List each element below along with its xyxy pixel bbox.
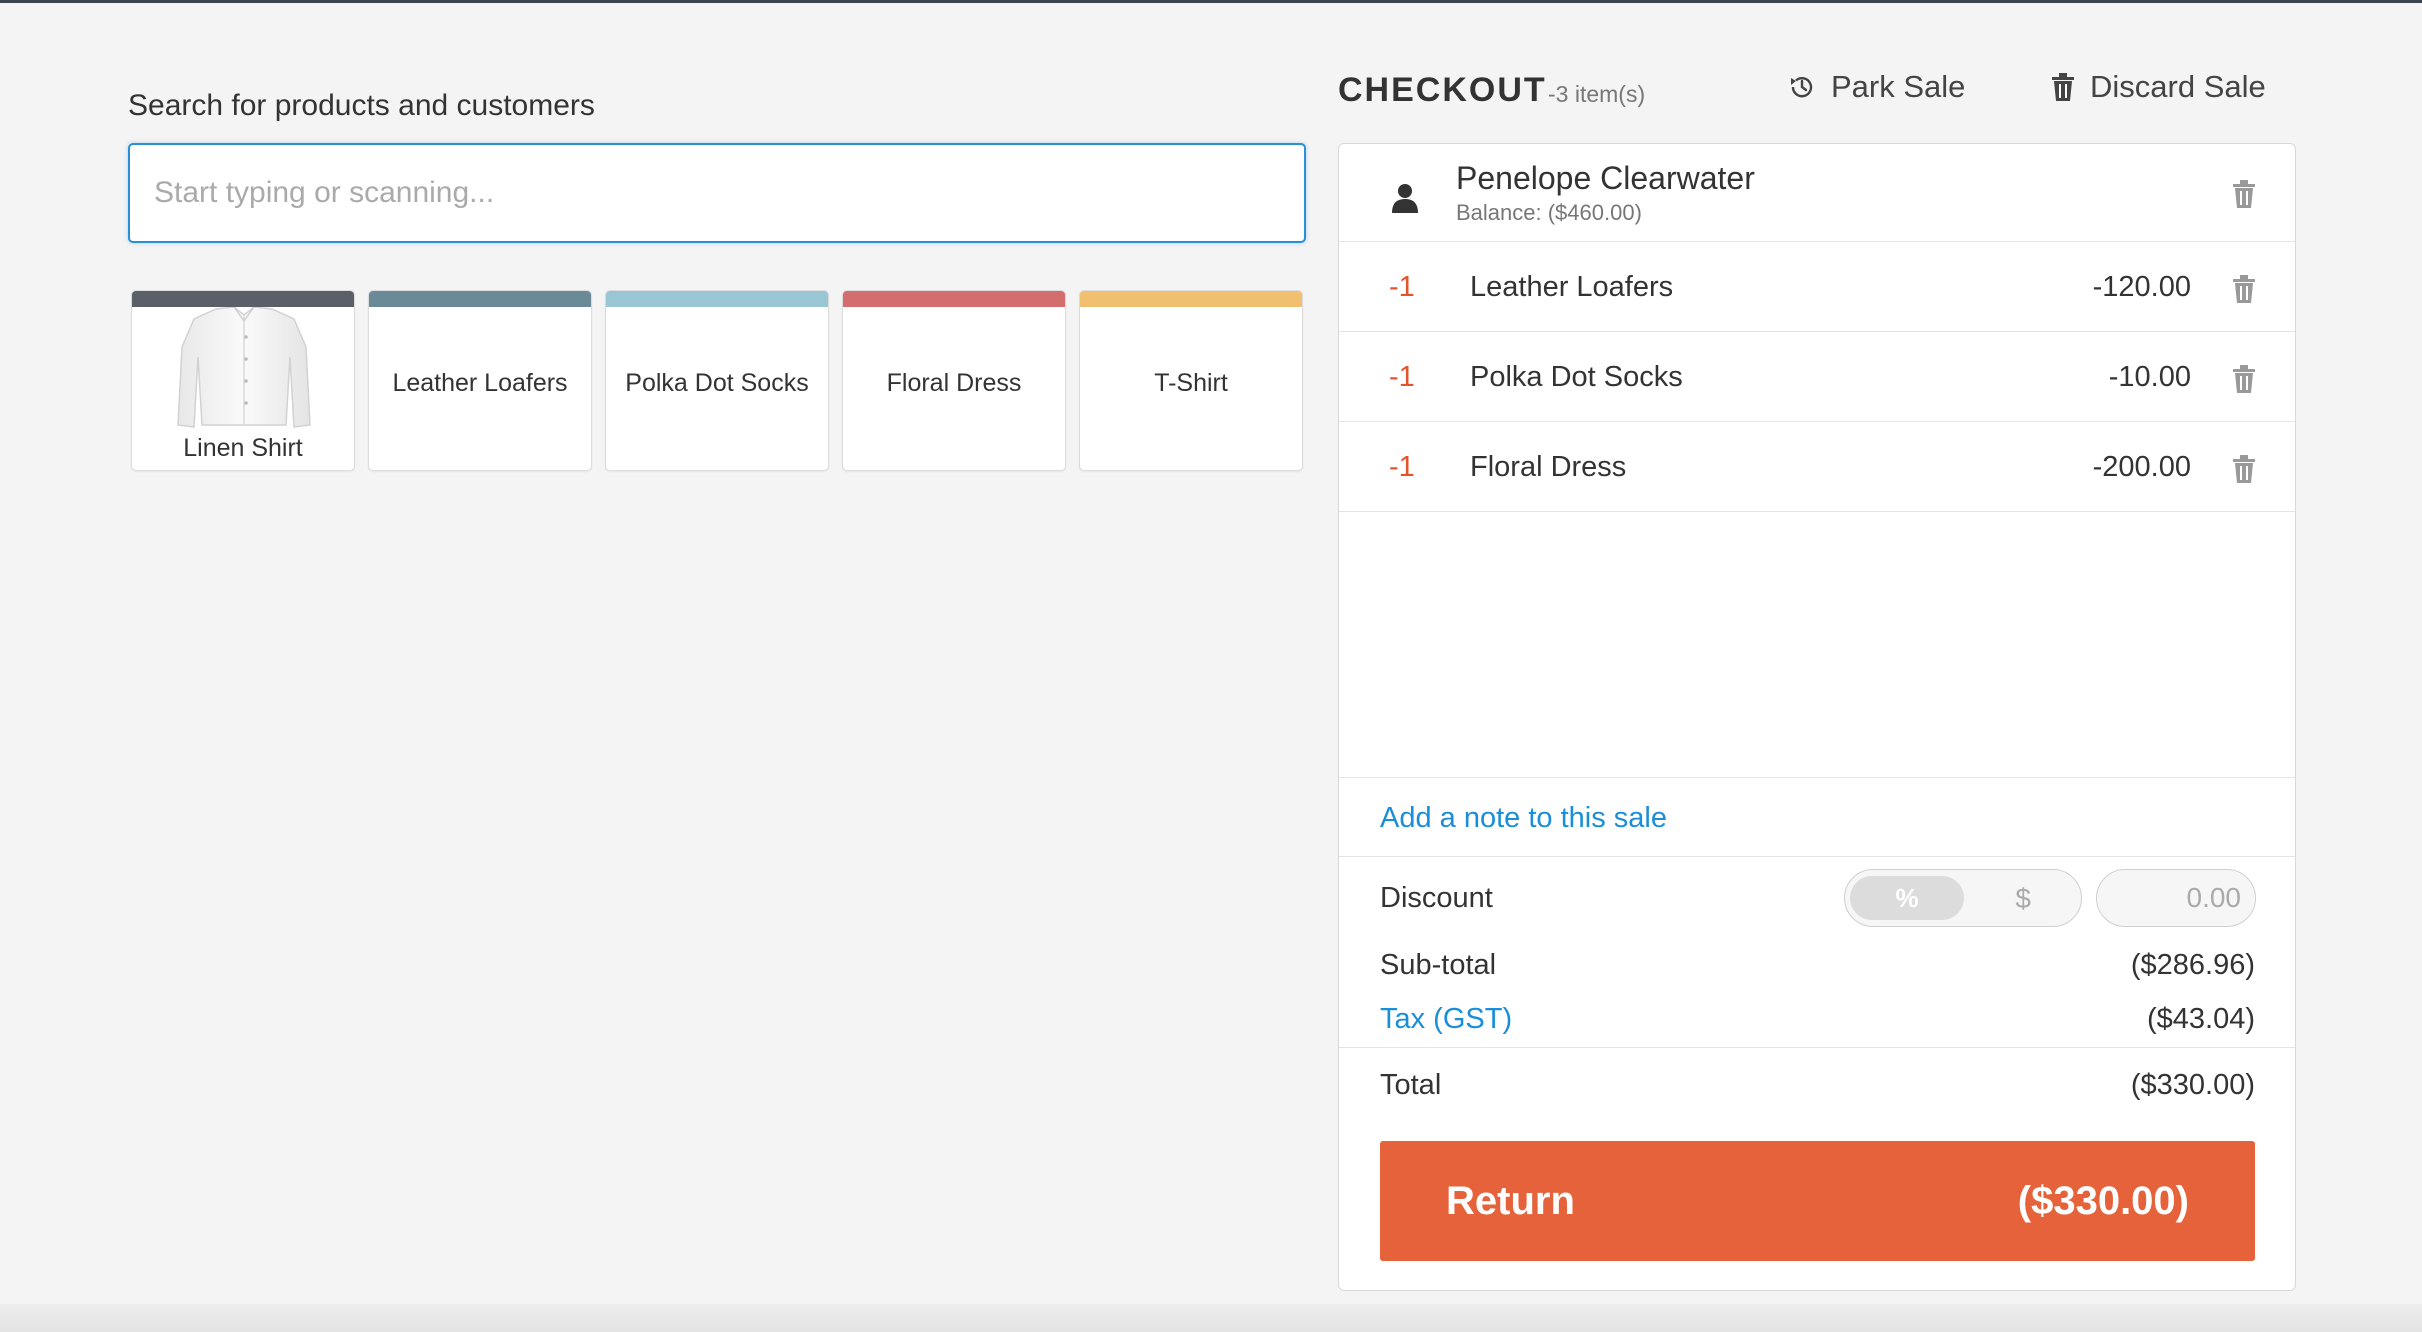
remove-line-icon[interactable]: [2231, 274, 2257, 304]
line-item[interactable]: -1 Leather Loafers -120.00: [1339, 242, 2295, 332]
product-name: Linen Shirt: [183, 434, 303, 462]
tile-color-bar: [606, 291, 828, 307]
discard-sale-button[interactable]: Discard Sale: [2050, 69, 2266, 105]
discount-percent-option[interactable]: %: [1850, 876, 1964, 920]
total-label: Total: [1380, 1069, 1442, 1101]
checkout-title: CHECKOUT: [1338, 71, 1547, 109]
subtotal-label: Sub-total: [1380, 949, 1497, 981]
remove-customer-icon[interactable]: [2231, 179, 2257, 209]
tile-color-bar: [132, 291, 354, 307]
return-button-label: Return: [1446, 1179, 1575, 1223]
customer-row[interactable]: Penelope Clearwater Balance: ($460.00): [1339, 144, 2295, 242]
customer-name: Penelope Clearwater: [1456, 160, 1755, 196]
discount-input[interactable]: [2096, 869, 2256, 927]
line-name: Leather Loafers: [1470, 271, 1674, 303]
tax-link[interactable]: Tax (GST): [1380, 1003, 1512, 1036]
product-tile-leather-loafers[interactable]: Leather Loafers: [368, 290, 592, 471]
product-name: Floral Dress: [886, 369, 1022, 397]
total-value: ($330.00): [2130, 1069, 2255, 1101]
line-price: -200.00: [2092, 451, 2191, 483]
line-qty[interactable]: -1: [1389, 451, 1415, 484]
product-name: Leather Loafers: [392, 369, 568, 397]
note-row: Add a note to this sale: [1339, 777, 2295, 857]
add-note-link[interactable]: Add a note to this sale: [1380, 802, 1667, 835]
discard-sale-label: Discard Sale: [2090, 69, 2266, 104]
line-name: Floral Dress: [1470, 451, 1627, 483]
history-icon: [1791, 77, 1813, 98]
product-name: Polka Dot Socks: [625, 369, 809, 397]
product-tile-floral-dress[interactable]: Floral Dress: [842, 290, 1066, 471]
tax-value: ($43.04): [2146, 1003, 2255, 1035]
line-price: -10.00: [2108, 361, 2191, 393]
customer-balance: Balance: ($460.00): [1456, 200, 1642, 225]
linen-shirt-image: [177, 307, 311, 428]
discount-dollar-option[interactable]: $: [2015, 877, 2031, 921]
line-item[interactable]: -1 Polka Dot Socks -10.00: [1339, 332, 2295, 422]
checkout-panel: Penelope Clearwater Balance: ($460.00) -…: [1338, 143, 2296, 1291]
discount-type-toggle[interactable]: % $: [1844, 869, 2082, 927]
tile-color-bar: [369, 291, 591, 307]
trash-icon: [2052, 73, 2074, 101]
remove-line-icon[interactable]: [2231, 454, 2257, 484]
product-tile-polka-dot-socks[interactable]: Polka Dot Socks: [605, 290, 829, 471]
total-divider: [1339, 1047, 2295, 1048]
park-sale-label: Park Sale: [1831, 69, 1966, 104]
discount-label: Discount: [1380, 882, 1493, 914]
product-name: T-Shirt: [1154, 369, 1228, 397]
line-price: -120.00: [2092, 271, 2191, 303]
line-item[interactable]: -1 Floral Dress -200.00: [1339, 422, 2295, 512]
bottom-strip: [0, 1304, 2422, 1332]
product-tile-linen-shirt[interactable]: Linen Shirt: [131, 290, 355, 471]
product-tile-t-shirt[interactable]: T-Shirt: [1079, 290, 1303, 471]
subtotal-value: ($286.96): [2130, 949, 2255, 981]
remove-line-icon[interactable]: [2231, 364, 2257, 394]
return-button[interactable]: Return ($330.00): [1380, 1141, 2255, 1261]
tile-color-bar: [843, 291, 1065, 307]
return-button-amount: ($330.00): [2017, 1179, 2189, 1223]
line-name: Polka Dot Socks: [1470, 361, 1683, 393]
line-qty[interactable]: -1: [1389, 271, 1415, 304]
line-qty[interactable]: -1: [1389, 361, 1415, 394]
search-label: Search for products and customers: [128, 89, 595, 122]
park-sale-button[interactable]: Park Sale: [1787, 69, 1965, 105]
search-input[interactable]: [128, 143, 1306, 243]
item-count: -3 item(s): [1548, 81, 1646, 107]
user-icon: [1392, 184, 1418, 213]
tile-color-bar: [1080, 291, 1302, 307]
